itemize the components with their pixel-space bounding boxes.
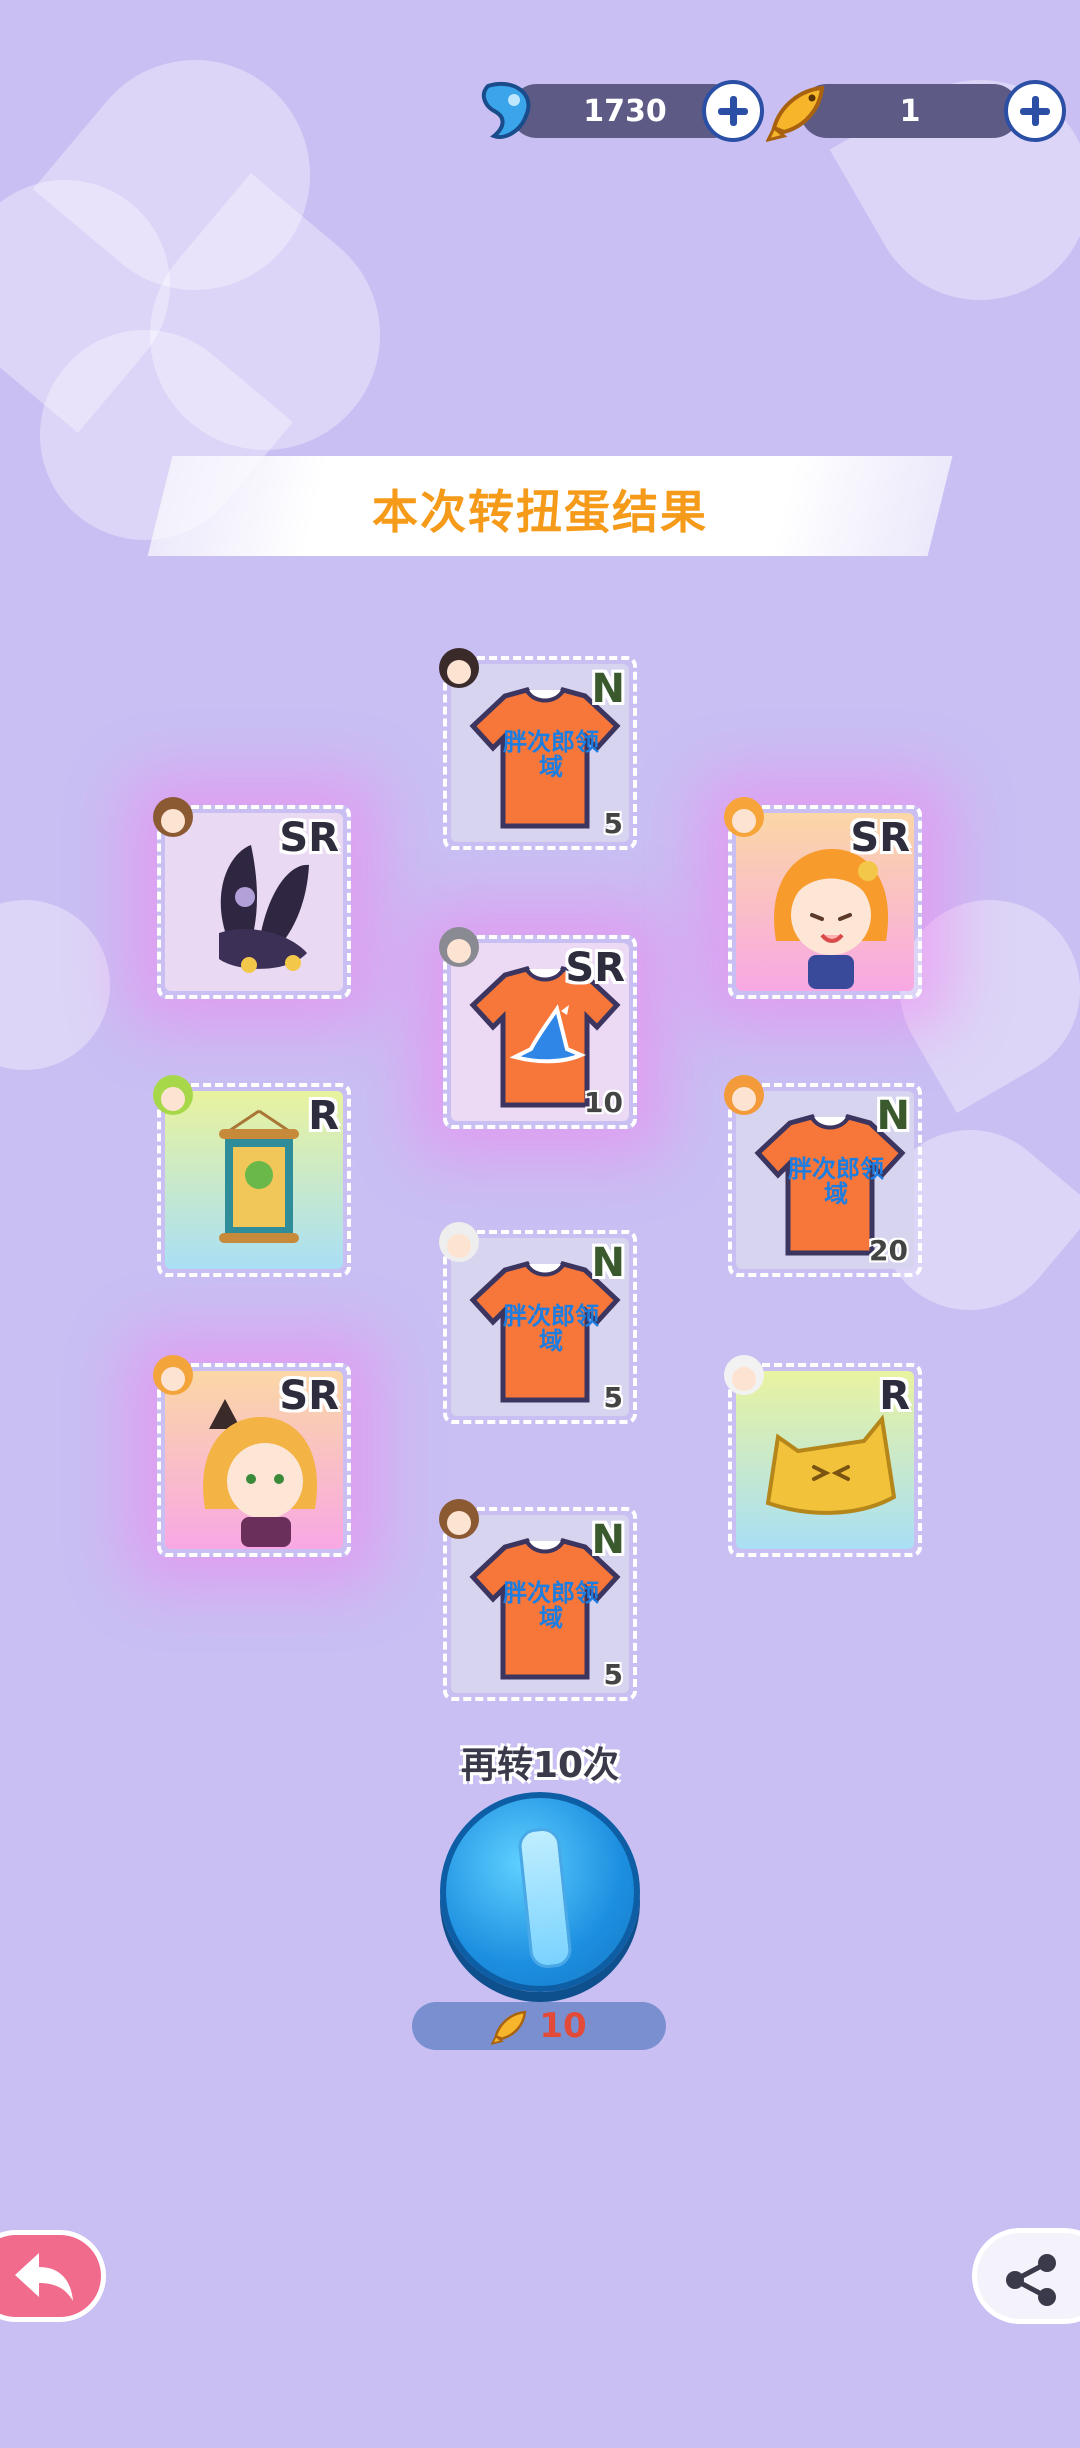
result-card[interactable]: SR <box>724 797 922 999</box>
item-quantity: 5 <box>603 807 623 840</box>
rarity-badge: N <box>591 1517 625 1563</box>
spin-again-button[interactable] <box>440 1792 640 1992</box>
character-avatar-icon <box>153 1355 193 1395</box>
shirt-print-text: 胖次郎领域 <box>503 728 599 782</box>
item-quantity: 10 <box>584 1086 623 1119</box>
back-button[interactable] <box>0 2230 106 2322</box>
spin-cost: 10 <box>412 2002 666 2050</box>
result-card[interactable]: 胖次郎领域 N 5 <box>439 1222 637 1424</box>
fish-count: 1 <box>899 93 921 129</box>
result-card[interactable]: 胖次郎领域 N 20 <box>724 1075 922 1277</box>
gem-count: 1730 <box>583 93 667 129</box>
item-quantity: 20 <box>869 1234 908 1267</box>
item-quantity: 5 <box>603 1658 623 1691</box>
rarity-badge: SR <box>565 945 625 991</box>
result-banner: 本次转扭蛋结果 <box>40 456 1040 556</box>
rarity-badge: SR <box>279 815 339 861</box>
capsule-handle-icon <box>516 1826 574 1970</box>
shirt-print-text: 胖次郎领域 <box>503 1302 599 1356</box>
result-card[interactable]: R <box>724 1355 922 1557</box>
result-card[interactable]: 胖次郎领域 N 5 <box>439 1499 637 1701</box>
fish-counter: 1 <box>800 84 1020 138</box>
blue-gem-icon <box>481 82 531 139</box>
rarity-badge: R <box>308 1093 339 1139</box>
spin-cost-value: 10 <box>539 2006 587 2046</box>
character-avatar-icon <box>724 1355 764 1395</box>
rarity-badge: N <box>591 666 625 712</box>
character-avatar-icon <box>153 1075 193 1115</box>
rarity-badge: SR <box>850 815 910 861</box>
rarity-badge: N <box>876 1093 910 1139</box>
character-avatar-icon <box>153 797 193 837</box>
result-card[interactable]: SR 10 <box>439 927 637 1129</box>
result-card[interactable]: R <box>153 1075 351 1277</box>
witch-hat-icon <box>509 1004 587 1064</box>
add-gems-button[interactable] <box>702 80 764 142</box>
add-fish-button[interactable] <box>1004 80 1066 142</box>
golden-fish-icon <box>491 2010 527 2045</box>
banner-title: 本次转扭蛋结果 <box>372 485 708 539</box>
rarity-badge: R <box>879 1373 910 1419</box>
hanging-scroll-icon <box>219 1109 299 1243</box>
character-avatar-icon <box>439 1222 479 1262</box>
character-avatar-icon <box>439 927 479 967</box>
character-avatar-icon <box>724 1075 764 1115</box>
shirt-print-text: 胖次郎领域 <box>503 1579 599 1633</box>
share-icon <box>1006 2254 1056 2306</box>
item-quantity: 5 <box>603 1381 623 1414</box>
character-avatar-icon <box>439 648 479 688</box>
result-card[interactable]: SR <box>153 1355 351 1557</box>
shirt-print-text: 胖次郎领域 <box>788 1155 884 1209</box>
back-arrow-icon <box>15 2253 73 2301</box>
golden-fish-icon <box>766 85 825 143</box>
result-card[interactable]: 胖次郎领域 N 5 <box>439 648 637 850</box>
result-card[interactable]: SR <box>153 797 351 999</box>
rarity-badge: N <box>591 1240 625 1286</box>
spin-again-label: 再转10次 <box>460 1745 620 1786</box>
clover-petal <box>0 876 134 1094</box>
yellow-cat-cushion-icon <box>765 1414 897 1515</box>
rarity-badge: SR <box>279 1373 339 1419</box>
character-avatar-icon <box>724 797 764 837</box>
character-avatar-icon <box>439 1499 479 1539</box>
share-button[interactable] <box>972 2228 1080 2324</box>
